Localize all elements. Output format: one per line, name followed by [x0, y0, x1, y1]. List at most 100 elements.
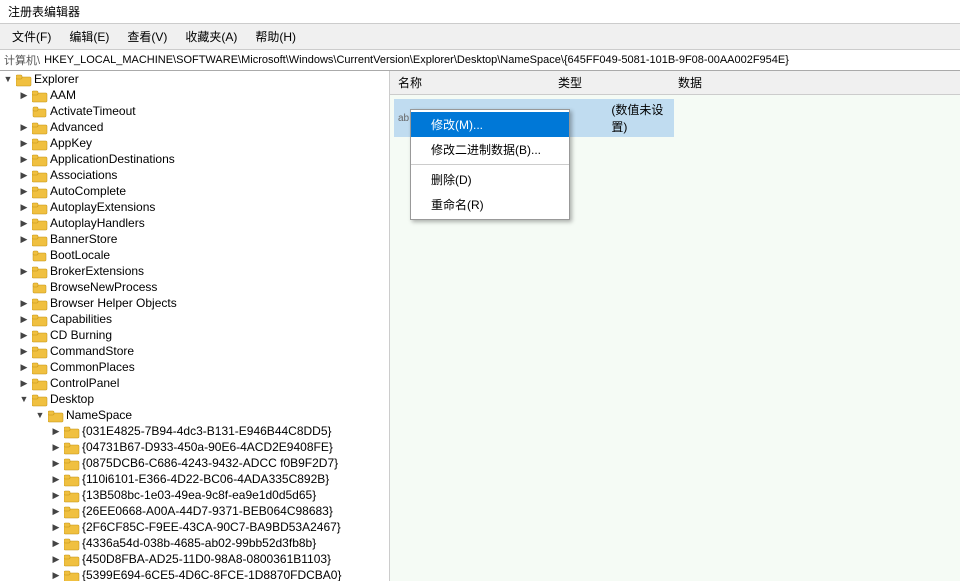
- folder-icon: [64, 504, 80, 518]
- tree-label: CD Burning: [50, 328, 112, 342]
- tree-node[interactable]: ▶ Associations: [0, 167, 389, 183]
- tree-label: {2F6CF85C-F9EE-43CA-90C7-BA9BD53A2467}: [82, 520, 341, 534]
- tree-node[interactable]: ▶ AutoComplete: [0, 183, 389, 199]
- folder-icon: [32, 264, 48, 278]
- tree-expand-icon[interactable]: ▼: [0, 72, 16, 86]
- folder-icon: [16, 72, 32, 86]
- tree-expand-icon[interactable]: ▶: [16, 312, 32, 326]
- tree-node[interactable]: BootLocale: [0, 247, 389, 263]
- folder-icon: [64, 552, 80, 566]
- tree-expand-placeholder: [16, 280, 32, 294]
- tree-expand-icon[interactable]: ▶: [16, 152, 32, 166]
- context-menu-item-modify-binary[interactable]: 修改二进制数据(B)...: [411, 137, 569, 162]
- tree-expand-icon[interactable]: ▶: [16, 120, 32, 134]
- tree-node[interactable]: ▶ Browser Helper Objects: [0, 295, 389, 311]
- tree-node[interactable]: ActivateTimeout: [0, 103, 389, 119]
- tree-expand-icon[interactable]: ▶: [48, 488, 64, 502]
- tree-expand-icon[interactable]: ▶: [16, 136, 32, 150]
- tree-node[interactable]: ▶ BannerStore: [0, 231, 389, 247]
- tree-expand-icon[interactable]: ▶: [48, 568, 64, 581]
- folder-icon: [64, 520, 80, 534]
- tree-node[interactable]: ▶ ControlPanel: [0, 375, 389, 391]
- context-menu-item-modify[interactable]: 修改(M)...: [411, 112, 569, 137]
- menu-help[interactable]: 帮助(H): [247, 26, 304, 47]
- tree-expand-icon[interactable]: ▶: [16, 216, 32, 230]
- menu-view[interactable]: 查看(V): [119, 26, 175, 47]
- tree-expand-icon[interactable]: ▶: [48, 440, 64, 454]
- tree-node[interactable]: ▶ {450D8FBA-AD25-11D0-98A8-0800361B1103}: [0, 551, 389, 567]
- tree-node[interactable]: ▶ {031E4825-7B94-4dc3-B131-E946B44C8DD5}: [0, 423, 389, 439]
- menu-edit[interactable]: 编辑(E): [61, 26, 117, 47]
- tree-expand-icon[interactable]: ▼: [32, 408, 48, 422]
- reg-entry-data: (数值未设置): [611, 101, 670, 135]
- folder-icon: [32, 280, 48, 294]
- tree-node[interactable]: ▶ CommonPlaces: [0, 359, 389, 375]
- tree-expand-icon[interactable]: ▶: [16, 296, 32, 310]
- tree-node[interactable]: ▶ BrokerExtensions: [0, 263, 389, 279]
- tree-expand-icon[interactable]: ▶: [48, 472, 64, 486]
- tree-label: {5399E694-6CE5-4D6C-8FCE-1D8870FDCBA0}: [82, 568, 341, 581]
- tree-node[interactable]: ▼ NameSpace: [0, 407, 389, 423]
- tree-expand-icon[interactable]: ▶: [16, 200, 32, 214]
- tree-node[interactable]: ▶ ApplicationDestinations: [0, 151, 389, 167]
- tree-node[interactable]: ▶ {5399E694-6CE5-4D6C-8FCE-1D8870FDCBA0}: [0, 567, 389, 581]
- tree-label: {13B508bc-1e03-49ea-9c8f-ea9e1d0d5d65}: [82, 488, 316, 502]
- tree-node[interactable]: ▶ {13B508bc-1e03-49ea-9c8f-ea9e1d0d5d65}: [0, 487, 389, 503]
- tree-node[interactable]: ▶ {4336a54d-038b-4685-ab02-99bb52d3fb8b}: [0, 535, 389, 551]
- folder-icon: [32, 296, 48, 310]
- tree-panel[interactable]: ▼ Explorer▶ AAM ActivateTimeout▶ Advance…: [0, 71, 390, 581]
- tree-expand-icon[interactable]: ▼: [16, 392, 32, 406]
- main-content: ▼ Explorer▶ AAM ActivateTimeout▶ Advance…: [0, 71, 960, 581]
- folder-icon: [64, 488, 80, 502]
- tree-node[interactable]: ▶ CommandStore: [0, 343, 389, 359]
- context-menu-item-delete[interactable]: 删除(D): [411, 167, 569, 192]
- context-menu-item-rename[interactable]: 重命名(R): [411, 192, 569, 217]
- tree-expand-icon[interactable]: ▶: [48, 504, 64, 518]
- menu-file[interactable]: 文件(F): [4, 26, 59, 47]
- tree-label: BrowseNewProcess: [50, 280, 157, 294]
- tree-node[interactable]: ▶ Capabilities: [0, 311, 389, 327]
- tree-label: BrokerExtensions: [50, 264, 144, 278]
- tree-expand-icon[interactable]: ▶: [16, 328, 32, 342]
- tree-expand-icon[interactable]: ▶: [16, 88, 32, 102]
- tree-node[interactable]: ▶ CD Burning: [0, 327, 389, 343]
- tree-expand-icon[interactable]: ▶: [16, 232, 32, 246]
- context-menu-separator: [411, 164, 569, 165]
- tree-label: ControlPanel: [50, 376, 119, 390]
- tree-expand-icon[interactable]: ▶: [48, 456, 64, 470]
- tree-node[interactable]: ▼ Desktop: [0, 391, 389, 407]
- tree-expand-icon[interactable]: ▶: [16, 376, 32, 390]
- tree-label: {450D8FBA-AD25-11D0-98A8-0800361B1103}: [82, 552, 331, 566]
- tree-expand-icon[interactable]: ▶: [16, 344, 32, 358]
- tree-node[interactable]: ▶ Advanced: [0, 119, 389, 135]
- tree-node[interactable]: ▼ Explorer: [0, 71, 389, 87]
- tree-node[interactable]: BrowseNewProcess: [0, 279, 389, 295]
- tree-label: ActivateTimeout: [50, 104, 136, 118]
- tree-node[interactable]: ▶ {2F6CF85C-F9EE-43CA-90C7-BA9BD53A2467}: [0, 519, 389, 535]
- menu-favorites[interactable]: 收藏夹(A): [177, 26, 245, 47]
- tree-expand-icon[interactable]: ▶: [16, 360, 32, 374]
- tree-expand-icon[interactable]: ▶: [48, 536, 64, 550]
- col-header-data: 数据: [674, 73, 956, 92]
- tree-label: Associations: [50, 168, 117, 182]
- tree-expand-icon[interactable]: ▶: [16, 264, 32, 278]
- tree-node[interactable]: ▶ AppKey: [0, 135, 389, 151]
- folder-icon: [64, 568, 80, 581]
- tree-node[interactable]: ▶ {26EE0668-A00A-44D7-9371-BEB064C98683}: [0, 503, 389, 519]
- tree-expand-icon[interactable]: ▶: [48, 424, 64, 438]
- tree-node[interactable]: ▶ {110i6101-E366-4D22-BC06-4ADA335C892B}: [0, 471, 389, 487]
- tree-expand-icon[interactable]: ▶: [48, 520, 64, 534]
- tree-label: {110i6101-E366-4D22-BC06-4ADA335C892B}: [82, 472, 329, 486]
- tree-node[interactable]: ▶ AutoplayHandlers: [0, 215, 389, 231]
- tree-expand-icon[interactable]: ▶: [16, 184, 32, 198]
- tree-label: Capabilities: [50, 312, 112, 326]
- tree-node[interactable]: ▶ AAM: [0, 87, 389, 103]
- tree-label: Explorer: [34, 72, 79, 86]
- folder-icon: [32, 136, 48, 150]
- tree-node[interactable]: ▶ AutoplayExtensions: [0, 199, 389, 215]
- tree-expand-icon[interactable]: ▶: [48, 552, 64, 566]
- tree-node[interactable]: ▶ {04731B67-D933-450a-90E6-4ACD2E9408FE}: [0, 439, 389, 455]
- tree-label: Advanced: [50, 120, 103, 134]
- tree-expand-icon[interactable]: ▶: [16, 168, 32, 182]
- tree-node[interactable]: ▶ {0875DCB6-C686-4243-9432-ADCC f0B9F2D7…: [0, 455, 389, 471]
